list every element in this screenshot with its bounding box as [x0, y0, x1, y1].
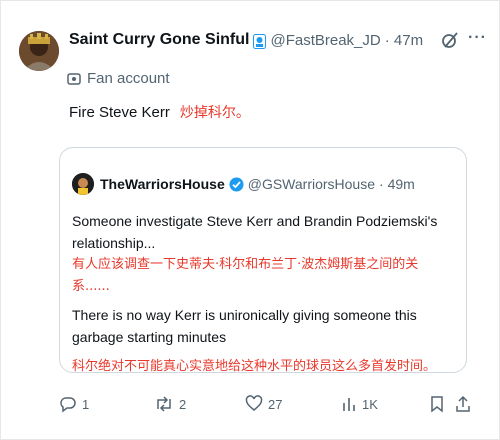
tweet-header: Saint Curry Gone Sinful @FastBreak_JD · …: [69, 31, 423, 49]
share-button[interactable]: [455, 395, 476, 413]
repost-count: 2: [179, 396, 187, 412]
avatar[interactable]: [19, 31, 59, 71]
quote-author-name[interactable]: TheWarriorsHouse: [100, 176, 225, 192]
like-icon: [245, 395, 263, 411]
repost-button[interactable]: 2: [154, 395, 186, 413]
tweet-time[interactable]: · 47m: [385, 32, 423, 49]
tweet-text: Fire Steve Kerr 炒掉科尔。: [69, 102, 250, 122]
views-button[interactable]: 1K: [341, 395, 378, 413]
reply-button[interactable]: 1: [59, 395, 89, 413]
like-button[interactable]: 27: [245, 395, 282, 413]
views-count: 1K: [362, 396, 378, 412]
like-count: 27: [268, 396, 283, 412]
reply-count: 1: [82, 396, 90, 412]
share-icon: [456, 395, 470, 412]
quote-line-2-translation: 科尔绝对不可能真心实意地给这种水平的球员这么多首发时间。: [72, 359, 437, 374]
quote-time[interactable]: · 49m: [379, 176, 415, 192]
verified-badge-icon: [229, 177, 244, 192]
author-name[interactable]: Saint Curry Gone Sinful: [69, 31, 249, 49]
quote-body: Someone investigate Steve Kerr and Brand…: [72, 210, 456, 378]
fan-account-text: Fan account: [87, 70, 170, 87]
fan-account-label: Fan account: [67, 70, 170, 87]
quote-author-handle[interactable]: @GSWarriorsHouse: [248, 176, 375, 192]
quoted-tweet[interactable]: TheWarriorsHouse @GSWarriorsHouse · 49m …: [59, 147, 467, 374]
more-icon[interactable]: ···: [468, 29, 487, 47]
quote-avatar[interactable]: [72, 173, 94, 195]
bookmark-icon: [431, 396, 443, 413]
reply-icon: [60, 397, 76, 413]
quote-line-2: There is no way Kerr is unironically giv…: [72, 307, 417, 345]
repost-icon: [157, 396, 171, 412]
views-icon: [343, 398, 355, 411]
quote-line-1-translation: 有人应该调查一下史蒂夫·科尔和布兰丁·波杰姆斯基之间的关系......: [72, 257, 419, 294]
tweet-card[interactable]: Saint Curry Gone Sinful @FastBreak_JD · …: [0, 0, 500, 440]
grok-icon[interactable]: [439, 29, 461, 51]
bookmark-button[interactable]: [429, 395, 450, 413]
quote-line-1: Someone investigate Steve Kerr and Brand…: [72, 213, 438, 251]
tweet-body: Fire Steve Kerr: [69, 104, 170, 121]
tweet-translation: 炒掉科尔。: [179, 105, 250, 121]
quote-header: TheWarriorsHouse @GSWarriorsHouse · 49m: [100, 176, 415, 192]
author-handle[interactable]: @FastBreak_JD: [270, 32, 380, 49]
action-bar: 1 2 27 1K: [59, 395, 471, 419]
fan-account-icon: [67, 72, 81, 85]
verified-badge-icon: [253, 33, 267, 49]
